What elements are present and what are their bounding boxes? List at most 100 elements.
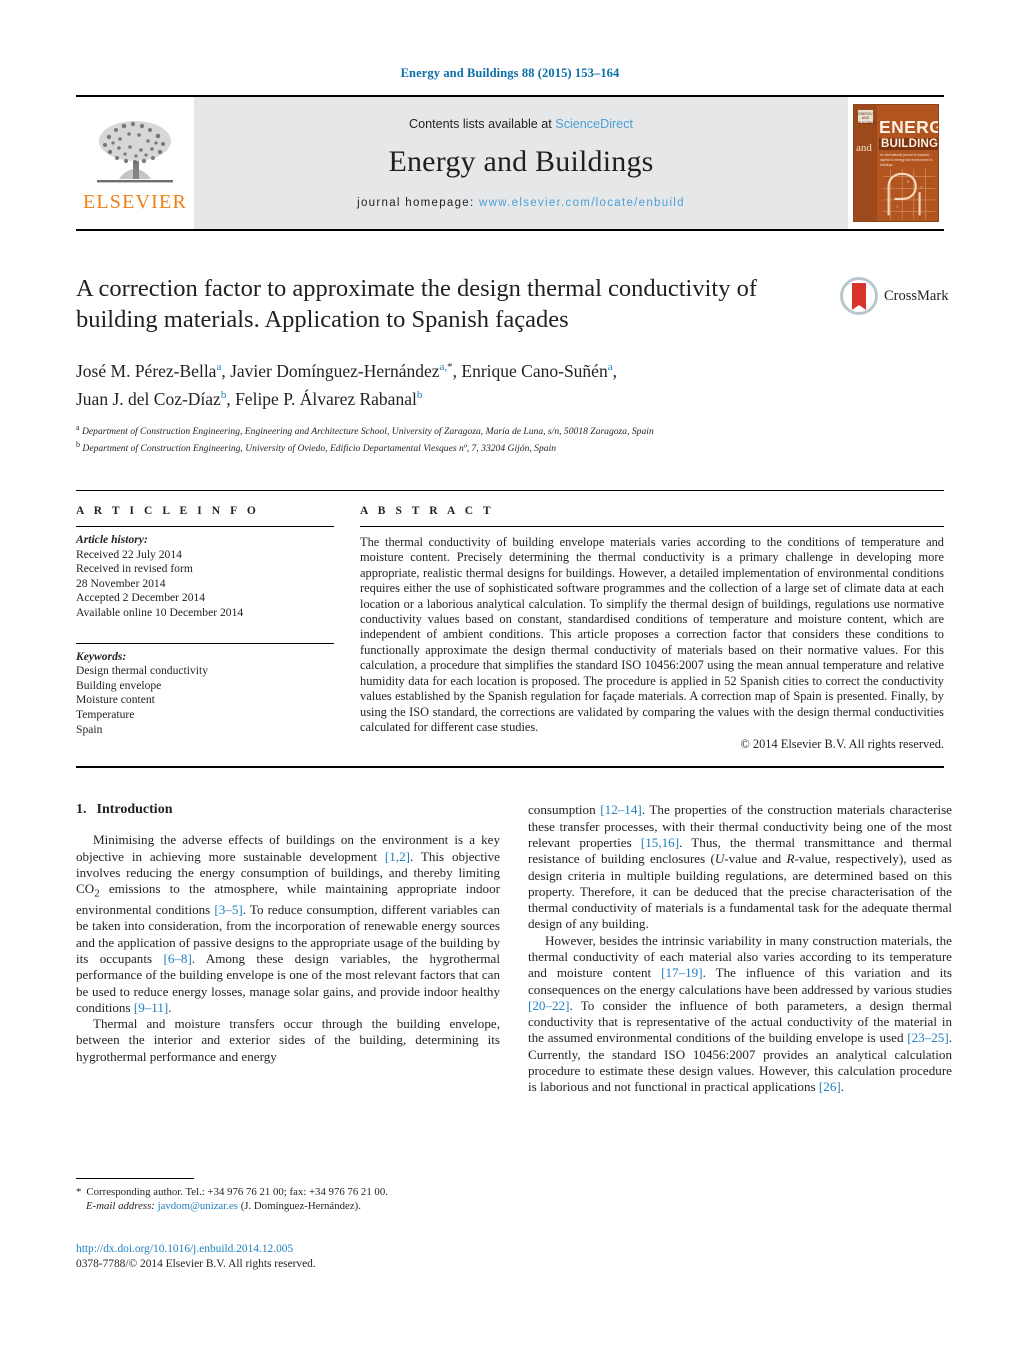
paragraph: However, besides the intrinsic variabili… — [528, 933, 952, 1096]
doi-link[interactable]: http://dx.doi.org/10.1016/j.enbuild.2014… — [76, 1243, 293, 1255]
paragraph-text: . — [840, 1079, 845, 1095]
author-name: Enrique Cano-Suñén — [461, 360, 608, 381]
journal-cover: ENERGY AND BUILDINGS and ENERGY BUILDING… — [848, 97, 944, 229]
history-item: Accepted 2 December 2014 — [76, 591, 206, 605]
crossmark-badge[interactable]: CrossMark — [840, 275, 948, 317]
body-column-left: 1. Introduction Minimising the adverse ef… — [76, 802, 500, 1095]
keywords-block: Keywords: Design thermal conductivity Bu… — [76, 644, 334, 738]
cover-badge: ENERGY AND BUILDINGS — [858, 110, 877, 125]
citation-ref[interactable]: [15,16] — [641, 835, 679, 850]
citation-ref[interactable]: [9–11] — [134, 1000, 168, 1015]
paragraph: Minimising the adverse effects of buildi… — [76, 832, 500, 1016]
affiliation-text: Department of Construction Engineering, … — [82, 443, 557, 455]
keyword-item: Temperature — [76, 707, 135, 721]
author-name: Felipe P. Álvarez Rabanal — [235, 388, 417, 409]
author-affiliation-marker: a — [607, 361, 613, 373]
keywords-label: Keywords: — [76, 649, 127, 663]
journal-title: Energy and Buildings — [388, 145, 654, 178]
copyright-line: © 2014 Elsevier B.V. All rights reserved… — [740, 737, 944, 752]
keyword-item: Moisture content — [76, 693, 155, 707]
homepage-label: journal homepage: — [357, 197, 475, 209]
journal-cover-image: ENERGY AND BUILDINGS and ENERGY BUILDING… — [853, 104, 939, 222]
affiliation-item: a Department of Construction Engineering… — [76, 422, 654, 437]
elsevier-tree-icon — [97, 120, 173, 182]
paragraph-text: consumption — [528, 802, 601, 818]
citation-ref[interactable]: [1,2] — [385, 849, 410, 864]
info-abstract-region: A R T I C L E I N F O Article history: R… — [76, 490, 944, 752]
author-email-link[interactable]: javdom@unizar.es — [158, 1200, 238, 1212]
footer-doi-block: http://dx.doi.org/10.1016/j.enbuild.2014… — [76, 1242, 506, 1271]
affiliation-list: a Department of Construction Engineering… — [76, 421, 944, 456]
author-name: Juan J. del Coz-Díaz — [76, 388, 221, 409]
citation-ref[interactable]: [3–5] — [214, 902, 242, 917]
section-number: 1. — [76, 802, 87, 818]
crossmark-label: CrossMark — [884, 287, 949, 304]
abstract-heading: A B S T R A C T — [360, 505, 495, 518]
keyword-item: Design thermal conductivity — [76, 664, 209, 678]
citation-ref[interactable]: [6–8] — [163, 951, 191, 966]
citation-ref[interactable]: [26] — [819, 1079, 841, 1094]
sciencedirect-link[interactable]: ScienceDirect — [555, 117, 633, 131]
italic-term: U — [714, 851, 725, 867]
journal-homepage-line: journal homepage: www.elsevier.com/locat… — [357, 197, 685, 209]
page-title: A correction factor to approximate the d… — [76, 275, 758, 333]
cover-word-buildings: BUILDINGS — [879, 138, 938, 150]
author-affiliation-marker: a, — [439, 361, 448, 373]
author-affiliation-marker: b — [416, 388, 423, 401]
citation-ref[interactable]: [20–22] — [528, 998, 569, 1013]
citation-ref[interactable]: [23–25] — [907, 1030, 948, 1045]
paragraph-text: . To consider the influence of both para… — [528, 997, 952, 1046]
article-info-heading: A R T I C L E I N F O — [76, 505, 260, 518]
contents-prefix: Contents lists available at — [408, 117, 556, 131]
elsevier-logo: ELSEVIER — [76, 97, 194, 229]
corresponding-author-marker[interactable]: * — [447, 361, 453, 373]
body-columns: 1. Introduction Minimising the adverse ef… — [76, 802, 952, 1095]
history-item: 28 November 2014 — [76, 576, 166, 590]
footnote-marker: * — [76, 1186, 82, 1198]
email-label: E-mail address: — [86, 1200, 155, 1212]
elsevier-wordmark: ELSEVIER — [82, 190, 188, 213]
author-affiliation-marker: b — [220, 388, 227, 401]
cover-subtitle: An international journal of research app… — [880, 153, 933, 167]
section-title: Introduction — [96, 802, 173, 818]
crossmark-icon — [840, 277, 878, 315]
citation-ref[interactable]: [12–14] — [600, 802, 641, 817]
author-list: José M. Pérez-Bella a, Javier Domínguez-H… — [76, 360, 617, 409]
affiliation-text: Department of Construction Engineering, … — [81, 425, 654, 437]
svg-text:b: b — [921, 184, 923, 189]
issn-copyright-line: 0378-7788/© 2014 Elsevier B.V. All right… — [76, 1257, 316, 1270]
abstract-column: A B S T R A C T The thermal conductivity… — [360, 505, 944, 752]
author-affiliation-marker: a — [216, 361, 222, 373]
author-name: José M. Pérez-Bella — [76, 360, 217, 381]
keyword-item: Spain — [76, 722, 103, 736]
running-head: Energy and Buildings 88 (2015) 153–164 — [400, 66, 620, 80]
journal-masthead: ELSEVIER Contents lists available at Sci… — [76, 95, 944, 231]
paragraph: Thermal and moisture transfers occur thr… — [76, 1016, 500, 1065]
title-block: A correction factor to approximate the d… — [76, 273, 948, 456]
svg-text:a: a — [907, 178, 910, 183]
paragraph-text: . — [168, 999, 172, 1015]
homepage-url[interactable]: www.elsevier.com/locate/enbuild — [479, 197, 685, 209]
body-column-right: consumption [12–14]. The properties of t… — [528, 802, 952, 1095]
paragraph: consumption [12–14]. The properties of t… — [528, 802, 952, 932]
keyword-item: Building envelope — [76, 678, 162, 692]
history-item: Received in revised form — [76, 562, 193, 576]
section-divider — [76, 766, 944, 769]
svg-text:c: c — [896, 204, 898, 209]
contents-available-line: Contents lists available at ScienceDirec… — [409, 117, 633, 131]
history-item: Available online 10 December 2014 — [76, 606, 244, 619]
cover-word-energy: ENERGY — [879, 117, 938, 137]
citation-ref[interactable]: [17–19] — [661, 965, 702, 980]
article-history: Article history: Received 22 July 2014 R… — [76, 527, 334, 621]
history-item: Received 22 July 2014 — [76, 547, 182, 561]
paragraph-text: Thermal and moisture transfers occur thr… — [76, 1016, 500, 1064]
cover-graphic: a b c — [882, 168, 936, 220]
corresponding-author-note: Corresponding author. Tel.: +34 976 76 2… — [86, 1186, 388, 1198]
article-page: Energy and Buildings 88 (2015) 153–164 E… — [0, 0, 1020, 1351]
footnote-text: * Corresponding author. Tel.: +34 976 76 … — [76, 1185, 500, 1213]
journal-band: Contents lists available at ScienceDirec… — [194, 97, 848, 229]
section-heading: 1. Introduction — [76, 802, 500, 818]
article-history-label: Article history: — [76, 533, 148, 547]
footnote-rule — [76, 1178, 194, 1179]
email-owner: (J. Domínguez-Hernández). — [240, 1200, 361, 1212]
